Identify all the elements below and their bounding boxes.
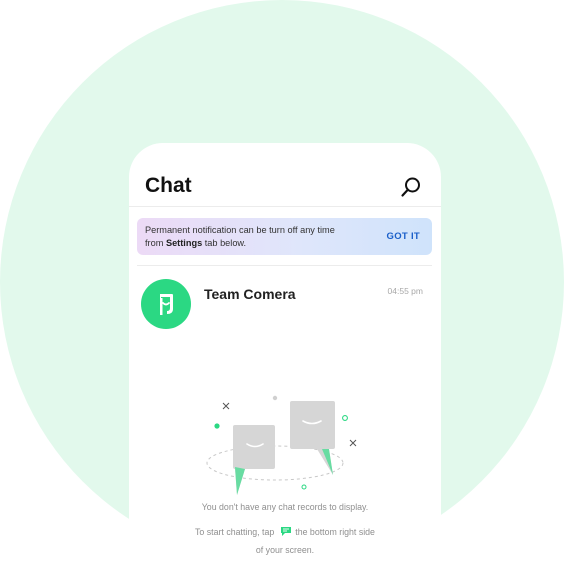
search-icon[interactable]: [399, 175, 423, 199]
notification-settings-word: Settings: [165, 237, 203, 248]
banner-divider: [137, 265, 432, 266]
header-divider: [129, 206, 441, 207]
notification-banner: Permanent notification can be turn off a…: [137, 218, 432, 255]
empty-state-line2-suffix: the bottom right side: [295, 527, 375, 537]
new-chat-icon: [280, 525, 292, 536]
empty-state-instructions: To start chatting, tap the bottom right s…: [129, 523, 441, 559]
avatar: [141, 279, 191, 329]
got-it-button[interactable]: GOT IT: [387, 231, 420, 242]
chat-bubbles-illustration: [205, 389, 365, 499]
empty-state-line3: of your screen.: [255, 545, 315, 555]
page-title: Chat: [145, 174, 192, 197]
chat-timestamp: 04:55 pm: [387, 286, 423, 296]
empty-state-message: You don't have any chat records to displ…: [201, 502, 369, 512]
notification-line1: Permanent notification can be turn off a…: [145, 225, 335, 235]
notification-line2-suffix: tab below.: [202, 237, 247, 248]
chat-list-item[interactable]: Team Comera 04:55 pm: [129, 271, 441, 335]
chat-name: Team Comera: [204, 286, 296, 302]
notification-line2-prefix: from: [145, 237, 166, 248]
notification-text: Permanent notification can be turn off a…: [145, 224, 350, 249]
comera-logo-icon: [160, 294, 173, 315]
phone-screen: Chat Permanent notification can be turn …: [129, 143, 441, 564]
empty-state-line2-prefix: To start chatting, tap: [195, 527, 275, 537]
